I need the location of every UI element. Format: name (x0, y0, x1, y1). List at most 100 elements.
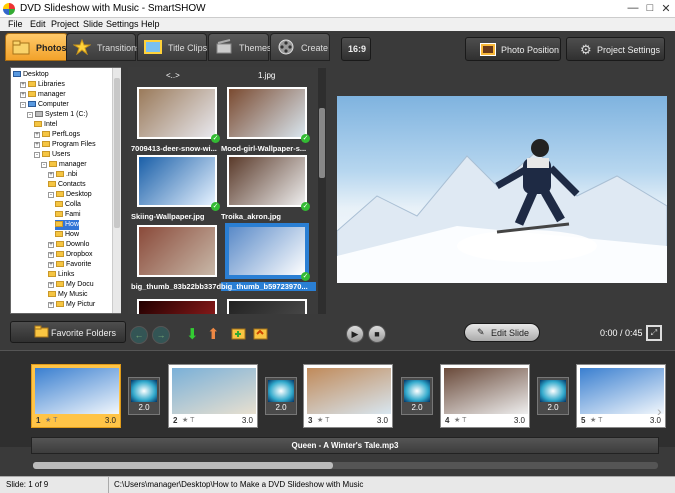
expand-icon[interactable]: + (48, 252, 54, 258)
transition-duration: 2.0 (138, 403, 150, 412)
timeline-transition[interactable]: 2.0 (537, 377, 569, 415)
tree-node[interactable]: + Dropbox (48, 250, 92, 260)
slide-preview[interactable] (337, 96, 667, 283)
aspect-ratio-button[interactable]: 16:9 (341, 37, 371, 61)
tree-node[interactable]: - System 1 (C:) (27, 110, 88, 120)
photo-thumbnail[interactable] (227, 299, 307, 314)
timeline-transition[interactable]: 2.0 (128, 377, 160, 415)
tree-node[interactable]: + Program Files (34, 140, 96, 150)
grid-scrollbar[interactable] (318, 68, 326, 314)
expand-icon[interactable]: + (48, 302, 54, 308)
menu-bar: File Edit Project Slide Settings Help (0, 18, 675, 31)
tab-photos[interactable]: Photos (5, 33, 68, 61)
menu-settings[interactable]: Settings (106, 19, 139, 29)
tree-node[interactable]: Intel (34, 120, 57, 130)
collapse-icon[interactable]: - (48, 192, 54, 198)
photo-thumbnail[interactable] (227, 155, 307, 207)
tree-node[interactable]: Contacts (48, 180, 86, 190)
photo-thumbnail[interactable] (137, 299, 217, 314)
tree-node[interactable]: - manager (41, 160, 87, 170)
tree-node[interactable]: + Favorite (48, 260, 91, 270)
forward-arrow-icon[interactable]: → (152, 326, 170, 344)
tree-scrollbar[interactable] (112, 68, 121, 313)
photo-thumbnail[interactable] (137, 87, 217, 139)
photo-thumbnail[interactable] (227, 87, 307, 139)
timeline-slide[interactable]: 4 ★ T 3.0 (440, 364, 530, 428)
photo-position-button[interactable]: Photo Position (465, 37, 561, 61)
chevron-right-icon[interactable]: › (657, 403, 662, 419)
tree-node-label: Colla (65, 201, 81, 208)
tree-node[interactable]: + My Pictur (48, 300, 95, 310)
parent-folder-link[interactable]: <..> (166, 71, 180, 80)
menu-project[interactable]: Project (51, 19, 79, 29)
tree-node[interactable]: + PerfLogs (34, 130, 80, 140)
menu-help[interactable]: Help (141, 19, 160, 29)
timeline-transition[interactable]: 2.0 (265, 377, 297, 415)
tree-node[interactable]: - Computer (20, 100, 69, 110)
play-button[interactable]: ▶ (346, 325, 364, 343)
tree-node[interactable]: Desktop (13, 70, 49, 80)
tab-themes[interactable]: Themes (208, 33, 272, 61)
audio-track[interactable]: Queen - A Winter's Tale.mp3 (31, 437, 659, 454)
menu-slide[interactable]: Slide (83, 19, 103, 29)
move-up-icon[interactable]: ⬆ (207, 325, 220, 343)
timeline-slide[interactable]: 1 ★ T 3.0 (31, 364, 121, 428)
photo-thumbnail[interactable] (137, 155, 217, 207)
folder-tree[interactable]: Desktop + Libraries + manager - Computer - Syste… (10, 67, 121, 314)
tree-node-label: Links (58, 271, 75, 278)
maximize-icon[interactable]: □ (642, 2, 658, 14)
expand-icon[interactable]: + (20, 82, 26, 88)
tree-scroll-thumb[interactable] (114, 78, 120, 228)
expand-icon[interactable]: + (48, 262, 54, 268)
timeline-slide[interactable]: 5 ★ T 3.0 (576, 364, 666, 428)
tree-node[interactable]: - Desktop (48, 190, 92, 200)
photo-thumbnail[interactable] (137, 225, 217, 277)
grid-scroll-thumb[interactable] (319, 108, 325, 178)
favorite-folders-button[interactable]: Favorite Folders (10, 321, 126, 343)
expand-icon[interactable]: + (48, 282, 54, 288)
tab-create[interactable]: Create (270, 33, 330, 61)
photo-thumbnail[interactable] (227, 225, 307, 277)
stop-button[interactable]: ■ (368, 325, 386, 343)
back-arrow-icon[interactable]: ← (130, 326, 148, 344)
slide-duration: 3.0 (241, 416, 253, 425)
tab-transitions[interactable]: Transitions (66, 33, 141, 61)
menu-file[interactable]: File (8, 19, 23, 29)
fullscreen-icon[interactable]: ⤢ (646, 325, 662, 341)
tree-node-label: Computer (38, 101, 69, 108)
collapse-icon[interactable]: - (27, 112, 33, 118)
timeline-scroll-thumb[interactable] (33, 462, 333, 469)
expand-icon[interactable]: + (34, 132, 40, 138)
folder-open-icon[interactable] (253, 326, 268, 342)
tree-node[interactable]: My Music (48, 290, 88, 300)
expand-icon[interactable]: + (34, 142, 40, 148)
timeline-transition[interactable]: 2.0 (401, 377, 433, 415)
tree-node[interactable]: How (55, 220, 80, 230)
menu-edit[interactable]: Edit (30, 19, 46, 29)
tree-node[interactable]: Colla (55, 200, 81, 210)
tree-node[interactable]: + Downlo (48, 240, 89, 250)
edit-slide-button[interactable]: ✎ Edit Slide (464, 323, 540, 342)
tree-node[interactable]: Fami (55, 210, 81, 220)
tree-node[interactable]: How (55, 230, 79, 240)
close-icon[interactable]: ✕ (658, 2, 674, 15)
move-down-icon[interactable]: ⬇ (186, 325, 199, 343)
tree-node[interactable]: + My Docu (48, 280, 94, 290)
collapse-icon[interactable]: - (20, 102, 26, 108)
timeline-slide[interactable]: 2 ★ T 3.0 (168, 364, 258, 428)
expand-icon[interactable]: + (48, 172, 54, 178)
tree-node[interactable]: Links (48, 270, 74, 280)
minimize-icon[interactable]: — (625, 2, 641, 14)
project-settings-button[interactable]: ⚙ Project Settings (566, 37, 665, 61)
tree-node[interactable]: + .nbi (48, 170, 77, 180)
tab-title-clips[interactable]: Title Clips (137, 33, 207, 61)
expand-icon[interactable]: + (20, 92, 26, 98)
collapse-icon[interactable]: - (41, 162, 47, 168)
expand-icon[interactable]: + (48, 242, 54, 248)
folder-add-icon[interactable] (231, 326, 246, 342)
timeline-slide[interactable]: 3 ★ T 3.0 (303, 364, 393, 428)
collapse-icon[interactable]: - (34, 152, 40, 158)
tree-node[interactable]: + Libraries (20, 80, 65, 90)
tree-node[interactable]: + manager (20, 90, 66, 100)
tree-node[interactable]: - Users (34, 150, 70, 160)
